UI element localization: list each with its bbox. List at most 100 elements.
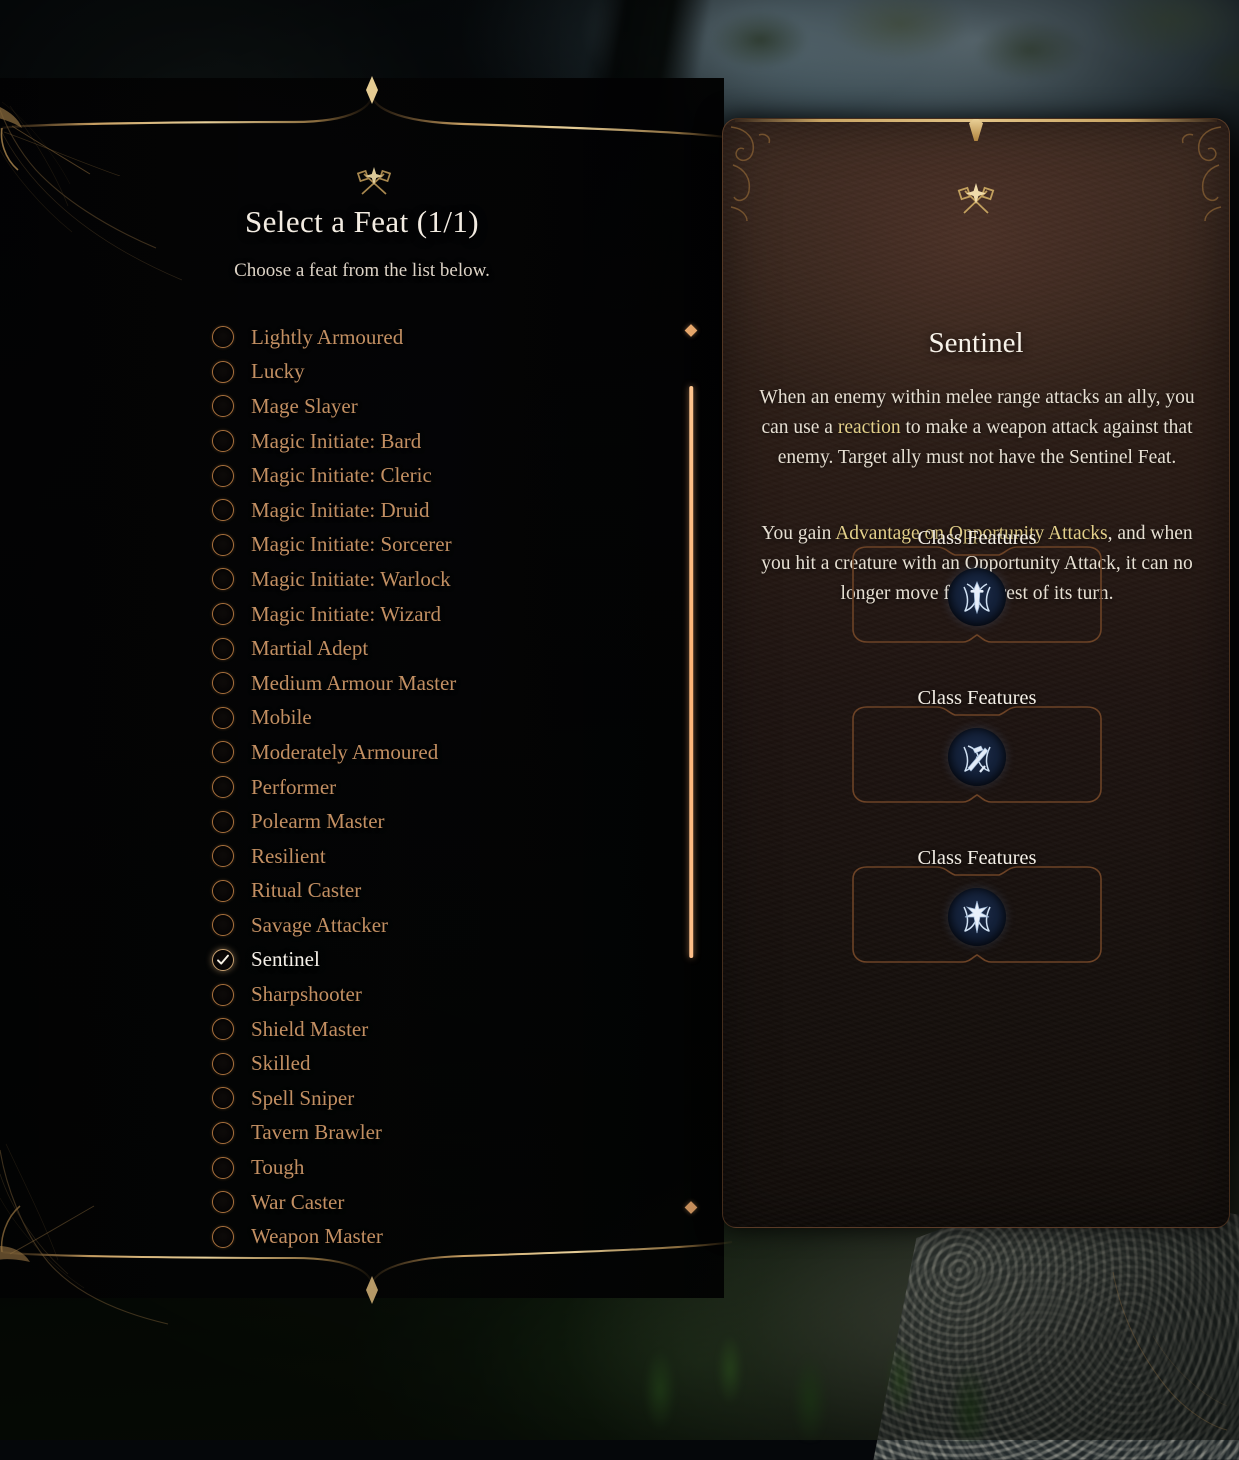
radio-unchecked-icon[interactable] xyxy=(212,1087,234,1109)
radio-unchecked-icon[interactable] xyxy=(212,430,234,452)
radio-unchecked-icon[interactable] xyxy=(212,672,234,694)
radio-unchecked-icon[interactable] xyxy=(212,638,234,660)
diamond-marker-icon xyxy=(685,324,698,337)
radio-unchecked-icon[interactable] xyxy=(212,465,234,487)
class-feature-card[interactable]: Class Features xyxy=(845,705,1109,805)
feat-list-item[interactable]: Sharpshooter xyxy=(212,977,682,1012)
feat-list-item-label: Weapon Master xyxy=(251,1224,383,1249)
crossed-blades-crest-icon xyxy=(948,728,1006,786)
feat-list-item[interactable]: Moderately Armoured xyxy=(212,735,682,770)
radio-unchecked-icon[interactable] xyxy=(212,914,234,936)
page-subtitle: Choose a feat from the list below. xyxy=(0,260,724,282)
feat-list[interactable]: Lightly ArmouredLuckyMage SlayerMagic In… xyxy=(212,320,682,1254)
feat-list-item-label: Skilled xyxy=(251,1051,311,1076)
scrollbar-thumb[interactable] xyxy=(689,386,693,958)
radiant-sword-crest-icon xyxy=(948,888,1006,946)
page-title: Select a Feat (1/1) xyxy=(0,204,724,240)
feat-list-item[interactable]: Performer xyxy=(212,770,682,805)
radio-unchecked-icon[interactable] xyxy=(212,707,234,729)
feat-list-item-label: Lucky xyxy=(251,359,305,384)
radio-unchecked-icon[interactable] xyxy=(212,776,234,798)
feat-list-item[interactable]: Sentinel xyxy=(212,943,682,978)
radio-unchecked-icon[interactable] xyxy=(212,811,234,833)
radio-unchecked-icon[interactable] xyxy=(212,1191,234,1213)
feat-list-item-label: Magic Initiate: Warlock xyxy=(251,567,451,592)
feat-list-item-label: War Caster xyxy=(251,1190,344,1215)
feat-list-item[interactable]: Tough xyxy=(212,1150,682,1185)
radio-unchecked-icon[interactable] xyxy=(212,1122,234,1144)
radio-unchecked-icon[interactable] xyxy=(212,326,234,348)
sword-wings-crest-icon xyxy=(948,568,1006,626)
crossed-axe-emblem-icon xyxy=(352,164,396,200)
feat-list-item[interactable]: Polearm Master xyxy=(212,804,682,839)
feat-list-item-label: Medium Armour Master xyxy=(251,671,456,696)
feat-list-item-label: Performer xyxy=(251,775,336,800)
feat-list-scrollbar[interactable] xyxy=(684,324,698,1214)
feat-list-item[interactable]: War Caster xyxy=(212,1185,682,1220)
feat-list-item-label: Shield Master xyxy=(251,1017,368,1042)
feat-list-item-label: Resilient xyxy=(251,844,326,869)
feat-list-item-label: Ritual Caster xyxy=(251,878,361,903)
crossed-axe-emblem-icon xyxy=(953,181,999,219)
card-title: Class Features xyxy=(845,527,1109,550)
class-feature-card[interactable]: Class Features xyxy=(845,545,1109,645)
feat-list-item-label: Polearm Master xyxy=(251,809,385,834)
feat-list-item-label: Magic Initiate: Sorcerer xyxy=(251,532,452,557)
radio-unchecked-icon[interactable] xyxy=(212,1157,234,1179)
radio-unchecked-icon[interactable] xyxy=(212,741,234,763)
radio-unchecked-icon[interactable] xyxy=(212,1018,234,1040)
feat-list-item[interactable]: Magic Initiate: Sorcerer xyxy=(212,528,682,563)
feat-list-item[interactable]: Martial Adept xyxy=(212,631,682,666)
feat-list-item[interactable]: Mobile xyxy=(212,701,682,736)
feat-list-item[interactable]: Mage Slayer xyxy=(212,389,682,424)
feat-list-item[interactable]: Skilled xyxy=(212,1046,682,1081)
radio-checked-icon[interactable] xyxy=(212,949,234,971)
panel-finial-icon xyxy=(969,118,983,141)
feat-list-item[interactable]: Medium Armour Master xyxy=(212,666,682,701)
feat-list-item[interactable]: Spell Sniper xyxy=(212,1081,682,1116)
radio-unchecked-icon[interactable] xyxy=(212,568,234,590)
feat-list-item[interactable]: Weapon Master xyxy=(212,1219,682,1254)
radio-unchecked-icon[interactable] xyxy=(212,1226,234,1248)
feat-list-item[interactable]: Magic Initiate: Druid xyxy=(212,493,682,528)
card-title: Class Features xyxy=(845,847,1109,870)
feat-list-item-label: Tavern Brawler xyxy=(251,1120,382,1145)
radio-unchecked-icon[interactable] xyxy=(212,603,234,625)
feat-list-item[interactable]: Magic Initiate: Bard xyxy=(212,424,682,459)
feat-list-item-label: Moderately Armoured xyxy=(251,740,438,765)
feat-list-item[interactable]: Ritual Caster xyxy=(212,874,682,909)
feat-list-item-label: Spell Sniper xyxy=(251,1086,354,1111)
radio-unchecked-icon[interactable] xyxy=(212,880,234,902)
class-feature-card[interactable]: Class Features xyxy=(845,865,1109,965)
radio-unchecked-icon[interactable] xyxy=(212,984,234,1006)
feat-list-item[interactable]: Magic Initiate: Warlock xyxy=(212,562,682,597)
feat-list-item-label: Sharpshooter xyxy=(251,982,362,1007)
radio-unchecked-icon[interactable] xyxy=(212,395,234,417)
body-text: You gain xyxy=(761,523,835,544)
feat-list-item-label: Tough xyxy=(251,1155,304,1180)
radio-unchecked-icon[interactable] xyxy=(212,845,234,867)
radio-unchecked-icon[interactable] xyxy=(212,534,234,556)
feat-list-item[interactable]: Tavern Brawler xyxy=(212,1116,682,1151)
feat-list-item-label: Magic Initiate: Wizard xyxy=(251,602,441,627)
feat-list-item[interactable]: Resilient xyxy=(212,839,682,874)
feat-list-item[interactable]: Lucky xyxy=(212,355,682,390)
feat-list-item-label: Sentinel xyxy=(251,947,320,972)
feat-list-item[interactable]: Savage Attacker xyxy=(212,908,682,943)
feat-list-item-label: Martial Adept xyxy=(251,636,368,661)
panel-top-border xyxy=(0,66,734,176)
radio-unchecked-icon[interactable] xyxy=(212,1053,234,1075)
feat-list-item[interactable]: Magic Initiate: Wizard xyxy=(212,597,682,632)
feat-list-item[interactable]: Shield Master xyxy=(212,1012,682,1047)
feat-list-item[interactable]: Lightly Armoured xyxy=(212,320,682,355)
card-title: Class Features xyxy=(845,687,1109,710)
tree-canopy xyxy=(700,0,1239,130)
highlighted-term: reaction xyxy=(838,417,901,438)
feat-list-item-label: Mobile xyxy=(251,705,312,730)
radio-unchecked-icon[interactable] xyxy=(212,499,234,521)
feat-detail-panel: Sentinel When an enemy within melee rang… xyxy=(722,118,1230,1228)
radio-unchecked-icon[interactable] xyxy=(212,361,234,383)
feat-list-item[interactable]: Magic Initiate: Cleric xyxy=(212,458,682,493)
detail-title: Sentinel xyxy=(723,327,1229,360)
feat-list-item-label: Magic Initiate: Druid xyxy=(251,498,429,523)
